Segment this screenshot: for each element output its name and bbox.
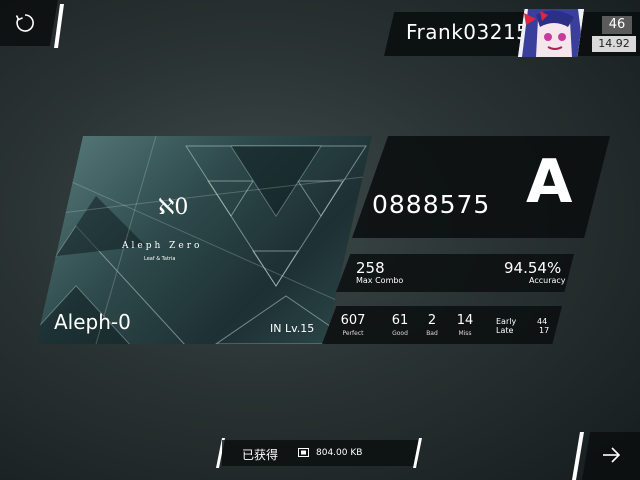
max-combo-value: 258 [356,259,385,277]
perfect-count: 607 [340,313,366,328]
late-count: 17 [539,326,550,335]
data-chip-icon [298,448,309,457]
obtained-data-size: 804.00 KB [316,448,363,458]
bad-count: 2 [427,313,437,328]
max-combo-label: Max Combo [356,276,404,285]
early-label: Early [496,317,517,326]
song-title: Aleph-0 [54,310,131,334]
divider-slash [572,432,584,480]
art-title: Aleph Zero [121,241,202,251]
miss-label: Miss [458,330,472,337]
grade-letter: A [526,147,573,217]
good-count: 61 [391,313,409,328]
player-level-badge: 46 [602,16,632,34]
score-value: 0888575 [372,190,491,219]
player-rks-value: 14.92 [592,36,636,52]
retry-icon[interactable] [14,12,36,34]
divider-slash [413,438,422,468]
accuracy-value: 94.54% [504,259,562,277]
perfect-label: Perfect [342,330,364,337]
miss-count: 14 [456,313,474,328]
difficulty-level: IN Lv.15 [270,322,315,335]
bad-label: Bad [426,330,438,337]
arrow-right-icon[interactable] [600,444,622,466]
good-label: Good [392,330,408,337]
late-label: Late [496,326,514,335]
divider-slash [54,4,64,48]
art-glyph: ℵ0 [158,195,188,220]
avatar[interactable] [518,9,584,57]
player-name: Frank03215 [406,20,530,44]
accuracy-label: Accuracy [529,276,566,285]
early-count: 44 [537,317,548,326]
obtained-label: 已获得 [242,448,279,462]
art-subtitle: Leaf & Tatria [144,256,175,262]
